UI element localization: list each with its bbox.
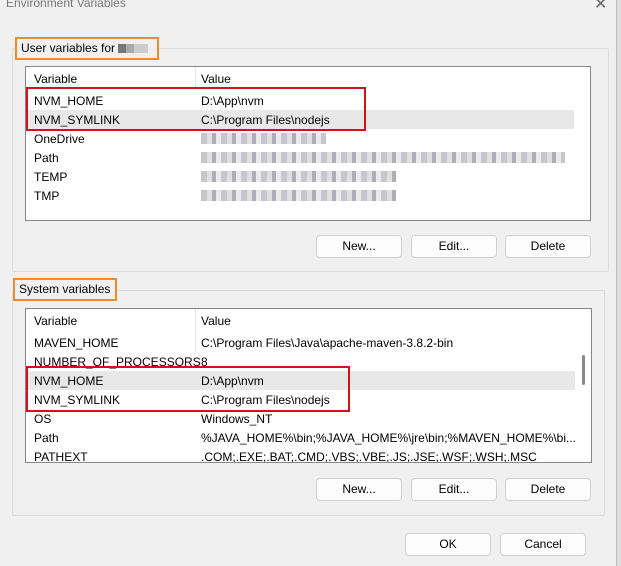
- highlight-box: [26, 366, 350, 412]
- close-icon[interactable]: ✕: [594, 0, 607, 14]
- system-new-button[interactable]: New...: [316, 478, 402, 501]
- system-variables-label: System variables: [13, 278, 117, 301]
- variable-value: Windows_NT: [201, 412, 273, 426]
- table-row[interactable]: Path: [26, 148, 574, 167]
- redacted-value: [201, 133, 326, 144]
- variable-name: PATHEXT: [34, 450, 88, 463]
- user-edit-button[interactable]: Edit...: [411, 235, 497, 258]
- variable-name: TMP: [34, 189, 60, 203]
- list-header: Variable Value: [26, 309, 575, 354]
- scrollbar[interactable]: [574, 67, 590, 220]
- table-row[interactable]: Path %JAVA_HOME%\bin;%JAVA_HOME%\jre\bin;…: [26, 428, 576, 447]
- redacted-value: [201, 190, 396, 201]
- table-row[interactable]: OneDrive: [26, 129, 574, 148]
- table-row[interactable]: MAVEN_HOME C:\Program Files\Java\apache-m…: [26, 333, 575, 352]
- cancel-button[interactable]: Cancel: [500, 533, 586, 556]
- table-row[interactable]: PATHEXT .COM;.EXE;.BAT;.CMD;.VBS;.VBE;.JS…: [26, 447, 575, 463]
- redacted-value: [201, 171, 396, 182]
- ok-button[interactable]: OK: [405, 533, 491, 556]
- system-delete-button[interactable]: Delete: [505, 478, 591, 501]
- variable-name: OneDrive: [34, 132, 85, 146]
- variable-name: TEMP: [34, 170, 68, 184]
- table-row[interactable]: TMP: [26, 186, 574, 205]
- background-window-edge: [616, 0, 621, 566]
- redacted-username: [118, 44, 149, 54]
- user-variables-label-text: User variables for: [21, 41, 116, 55]
- variable-name: OS: [34, 412, 52, 426]
- user-delete-button[interactable]: Delete: [505, 235, 591, 258]
- header-value[interactable]: Value: [201, 314, 231, 328]
- user-variables-label: User variables for: [15, 37, 159, 60]
- scrollbar-thumb[interactable]: [582, 355, 585, 385]
- highlight-box: [26, 87, 366, 131]
- header-variable[interactable]: Variable: [34, 72, 77, 86]
- header-value[interactable]: Value: [201, 72, 231, 86]
- table-row[interactable]: TEMP: [26, 167, 574, 186]
- variable-name: Path: [34, 151, 59, 165]
- window-title: Environment Variables: [6, 0, 126, 10]
- header-variable[interactable]: Variable: [34, 314, 77, 328]
- variable-value: %JAVA_HOME%\bin;%JAVA_HOME%\jre\bin;%MAV…: [201, 431, 576, 445]
- variable-name: MAVEN_HOME: [34, 336, 119, 350]
- system-edit-button[interactable]: Edit...: [411, 478, 497, 501]
- list-header: Variable Value: [26, 67, 574, 89]
- redacted-value: [201, 152, 565, 163]
- variable-name: Path: [34, 431, 59, 445]
- variable-value: C:\Program Files\Java\apache-maven-3.8.2…: [201, 336, 454, 350]
- variable-value: .COM;.EXE;.BAT;.CMD;.VBS;.VBE;.JS;.JSE;.…: [201, 450, 537, 463]
- scrollbar[interactable]: [575, 309, 591, 462]
- user-new-button[interactable]: New...: [316, 235, 402, 258]
